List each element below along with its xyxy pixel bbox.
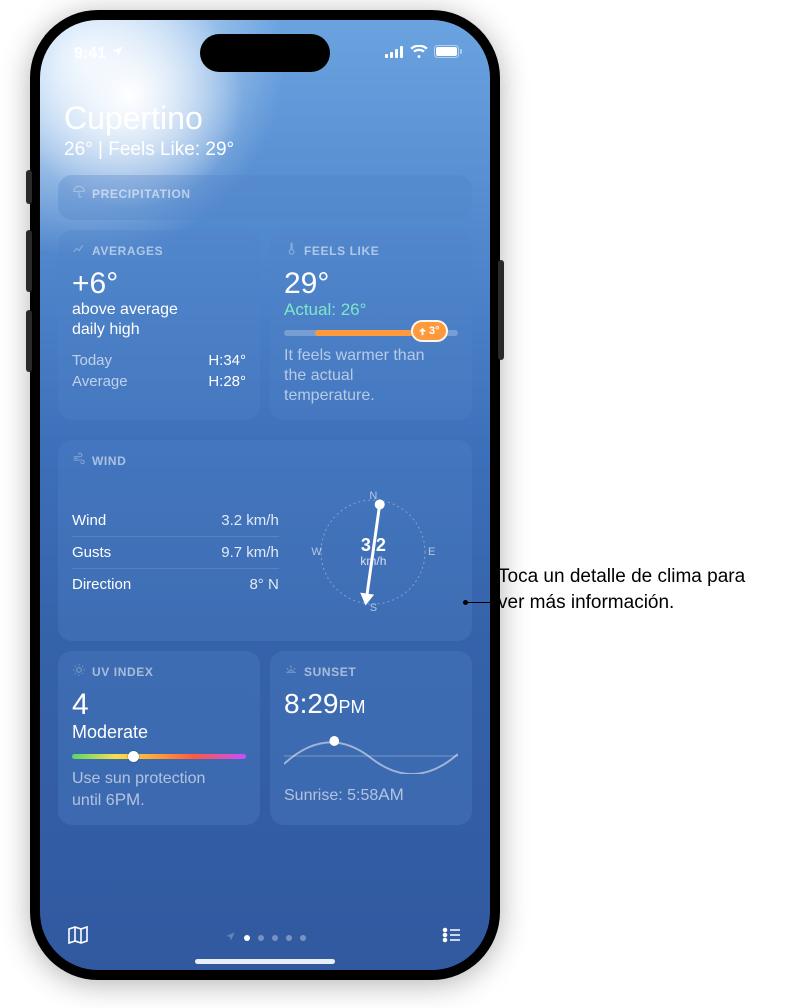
today-label: Today — [72, 352, 112, 369]
card-title: SUNSET — [304, 665, 356, 679]
feels-desc-1: It feels warmer than — [284, 346, 458, 366]
uv-desc-1: Use sun protection — [72, 769, 246, 789]
delta-badge: 3° — [411, 320, 448, 342]
card-title: WIND — [92, 454, 126, 468]
uv-marker — [128, 751, 139, 762]
compass-speed: 3.2 — [360, 536, 386, 554]
sunrise-time: 5:58 — [347, 787, 378, 804]
compass-unit: km/h — [360, 554, 386, 568]
compass-e: E — [428, 546, 435, 558]
detail-cards: PRECIPITATION AVERAGES +6° above average… — [40, 175, 490, 835]
page-indicator[interactable] — [225, 929, 306, 947]
map-button[interactable] — [66, 923, 90, 952]
page-dot — [244, 935, 250, 941]
temp-summary: 26° | Feels Like: 29° — [64, 139, 466, 161]
location-page-dot — [225, 929, 236, 947]
sun-path — [284, 726, 458, 774]
today-high: H:34° — [208, 352, 246, 369]
feels-like-card[interactable]: FEELS LIKE 29° Actual: 26° 3° It — [270, 230, 472, 420]
volume-up-button — [26, 230, 32, 292]
sunset-card[interactable]: SUNSET 8:29PM Sunrise: 5:58 — [270, 651, 472, 825]
feels-like-bar: 3° — [284, 330, 458, 336]
uv-level: Moderate — [72, 721, 246, 744]
sun-icon — [72, 663, 86, 680]
sunset-time: 8:29PM — [284, 688, 458, 720]
city-name: Cupertino — [64, 100, 466, 137]
feels-label: Feels Like: — [108, 139, 200, 160]
volume-down-button — [26, 310, 32, 372]
compass-n: N — [369, 490, 377, 502]
location-header[interactable]: Cupertino 26° | Feels Like: 29° — [40, 70, 490, 175]
average-label: Average — [72, 373, 128, 390]
dynamic-island — [200, 34, 330, 72]
current-temp: 26° — [64, 139, 93, 160]
uv-bar — [72, 754, 246, 759]
actual-value: 26° — [341, 300, 367, 319]
compass-s: S — [370, 602, 377, 614]
battery-icon — [434, 45, 462, 63]
direction-label: Direction — [72, 576, 131, 593]
location-arrow-icon — [111, 45, 124, 63]
averages-desc-1: above average — [72, 300, 246, 320]
actual-temp-line: Actual: 26° — [284, 300, 458, 320]
list-button[interactable] — [440, 923, 464, 952]
averages-desc-2: daily high — [72, 320, 246, 340]
screen: 9:41 — [40, 20, 490, 970]
feels-desc-2: the actual — [284, 366, 458, 386]
actual-label: Actual: — [284, 300, 336, 319]
direction-value: 8° N — [249, 576, 278, 593]
cellular-icon — [385, 45, 404, 63]
power-button — [498, 260, 504, 360]
card-title: AVERAGES — [92, 244, 163, 258]
status-time: 9:41 — [74, 45, 106, 63]
gusts-value: 9.7 km/h — [221, 544, 279, 561]
home-indicator[interactable] — [195, 959, 335, 964]
page-dot — [272, 935, 278, 941]
feels-value: 29° — [205, 139, 234, 160]
page-dot — [300, 935, 306, 941]
card-title: UV INDEX — [92, 665, 153, 679]
averages-card[interactable]: AVERAGES +6° above average daily high To… — [58, 230, 260, 420]
callout-text: Toca un detalle de clima para ver más in… — [498, 564, 748, 615]
feels-like-temp: 29° — [284, 267, 458, 300]
thermometer-icon — [284, 242, 298, 259]
sunrise-ampm: AM — [378, 785, 404, 804]
uv-index-card[interactable]: UV INDEX 4 Moderate Use sun protection u… — [58, 651, 260, 825]
umbrella-icon — [72, 185, 86, 202]
callout-leader — [465, 602, 501, 603]
wind-icon — [72, 452, 86, 469]
uv-value: 4 — [72, 688, 246, 721]
bottom-toolbar — [40, 923, 490, 952]
precipitation-card[interactable]: PRECIPITATION — [58, 175, 472, 220]
card-title: PRECIPITATION — [92, 187, 191, 201]
sunset-icon — [284, 663, 298, 680]
wifi-icon — [410, 45, 428, 63]
wind-speed-label: Wind — [72, 512, 106, 529]
average-high: H:28° — [208, 373, 246, 390]
separator: | — [93, 139, 109, 160]
wind-card[interactable]: WIND Wind 3.2 km/h Gusts 9.7 km/h Di — [58, 440, 472, 641]
uv-desc-2: until 6PM. — [72, 789, 246, 811]
page-dot — [286, 935, 292, 941]
chart-icon — [72, 242, 86, 259]
delta-value: 3° — [429, 325, 440, 337]
silent-switch — [26, 170, 32, 204]
wind-compass: N S E W 3.2 km/h — [289, 477, 458, 627]
gusts-label: Gusts — [72, 544, 111, 561]
sunrise-line: Sunrise: 5:58AM — [284, 784, 458, 806]
wind-speed-value: 3.2 km/h — [221, 512, 279, 529]
sunrise-label: Sunrise: — [284, 787, 343, 804]
phone-frame: 9:41 — [30, 10, 500, 980]
compass-w: W — [311, 546, 321, 558]
page-dot — [258, 935, 264, 941]
card-title: FEELS LIKE — [304, 244, 379, 258]
averages-delta: +6° — [72, 267, 246, 300]
feels-desc-3: temperature. — [284, 386, 458, 406]
